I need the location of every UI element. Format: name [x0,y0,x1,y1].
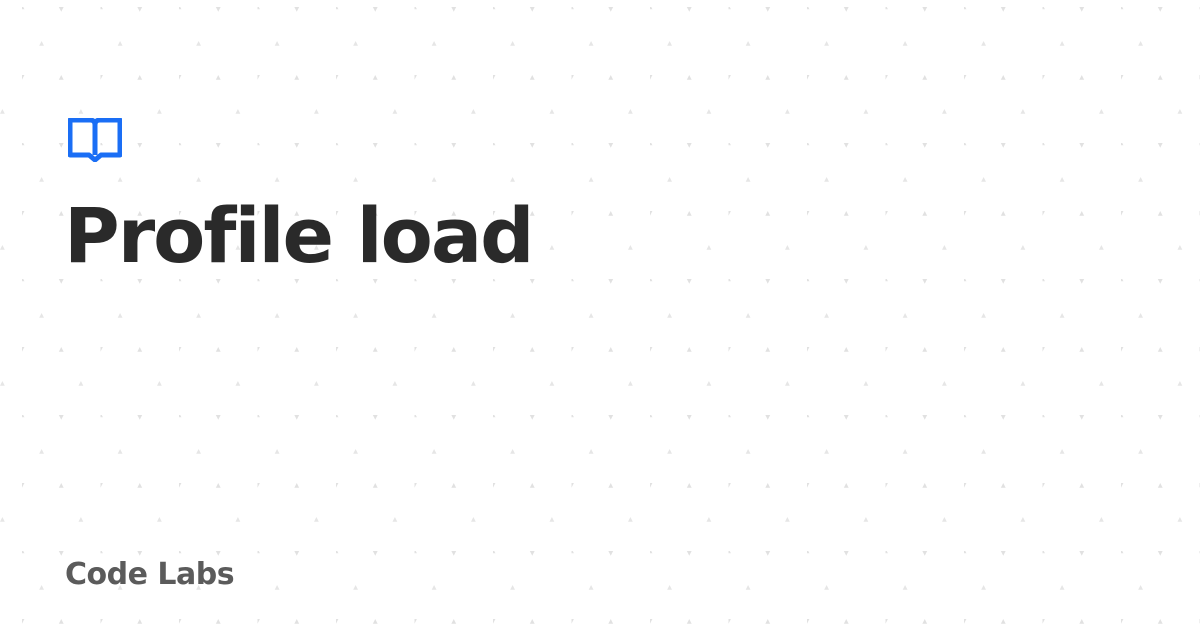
background-dot-pattern [0,0,1200,630]
page-title: Profile load [64,191,535,280]
book-icon [68,118,122,162]
brand-name: Code Labs [65,557,235,592]
